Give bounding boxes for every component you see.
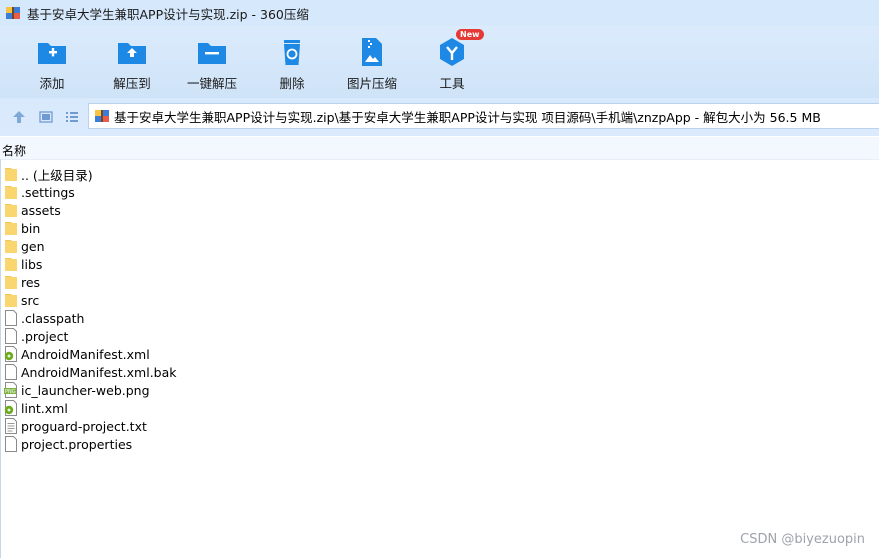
delete-button[interactable]: 删除: [252, 36, 332, 92]
file-row[interactable]: .project: [4, 327, 177, 345]
file-name: ic_launcher-web.png: [21, 382, 150, 398]
file-name: src: [21, 292, 40, 308]
add-button[interactable]: 添加: [12, 36, 92, 92]
folder-row[interactable]: assets: [4, 201, 177, 219]
folder-row[interactable]: .. (上级目录): [4, 165, 177, 183]
toolbar: 添加 解压到 一键解压 删除 图片压缩 New 工具: [0, 26, 879, 98]
file-row[interactable]: project.properties: [4, 435, 177, 453]
folder-icon: [5, 276, 17, 289]
file-name: res: [21, 274, 41, 290]
file-name: AndroidManifest.xml: [21, 346, 150, 362]
folder-add-icon: [38, 43, 66, 64]
thumbnail-view-icon[interactable]: [38, 109, 54, 125]
zip-file-icon: [95, 110, 109, 122]
file-icon: [5, 328, 17, 344]
one-click-extract-label: 一键解压: [186, 76, 237, 91]
folder-icon: [5, 222, 17, 235]
file-name: lint.xml: [21, 400, 68, 416]
file-name: bin: [21, 220, 41, 236]
file-icon: [5, 310, 17, 326]
png-file-icon: PNG: [4, 382, 17, 398]
file-name: proguard-project.txt: [21, 418, 147, 434]
folder-row[interactable]: bin: [4, 219, 177, 237]
column-name-header[interactable]: 名称: [2, 142, 26, 159]
add-label: 添加: [39, 76, 65, 91]
file-icon: [5, 436, 17, 452]
folder-icon: [5, 240, 17, 253]
delete-label: 删除: [279, 76, 305, 91]
list-view-icon[interactable]: [64, 109, 80, 125]
folder-minus-icon: [198, 43, 226, 64]
file-row[interactable]: .classpath: [4, 309, 177, 327]
column-header: 名称: [0, 137, 879, 160]
tools-button[interactable]: New 工具: [412, 29, 492, 92]
file-name: libs: [21, 256, 43, 272]
folder-icon: [5, 186, 17, 199]
file-name: project.properties: [21, 436, 133, 452]
folder-icon: [5, 294, 17, 307]
folder-extract-icon: [118, 43, 146, 64]
xml-file-icon: [4, 346, 17, 362]
folder-icon: [5, 258, 17, 271]
xml-file-icon: [4, 400, 17, 416]
folder-icon: [5, 204, 17, 217]
folder-row[interactable]: src: [4, 291, 177, 309]
one-click-extract-button[interactable]: 一键解压: [172, 36, 252, 92]
extract-to-label: 解压到: [113, 76, 151, 91]
image-compress-label: 图片压缩: [346, 76, 397, 91]
folder-icon: [5, 168, 17, 181]
file-row[interactable]: AndroidManifest.xml.bak: [4, 363, 177, 381]
watermark: CSDN @biyezuopin: [740, 532, 865, 547]
image-compress-icon: [362, 38, 382, 66]
window-title: 基于安卓大学生兼职APP设计与实现.zip - 360压缩: [27, 6, 309, 22]
file-name: AndroidManifest.xml.bak: [21, 364, 177, 380]
image-compress-button[interactable]: 图片压缩: [332, 36, 412, 92]
file-row[interactable]: PNG ic_launcher-web.png: [4, 381, 177, 399]
list-border: [0, 159, 1, 558]
new-badge: New: [456, 29, 484, 40]
text-file-icon: [5, 418, 17, 434]
folder-row[interactable]: libs: [4, 255, 177, 273]
tools-icon: [440, 38, 464, 66]
folder-row[interactable]: res: [4, 273, 177, 291]
file-name: .. (上级目录): [21, 167, 93, 183]
file-name: assets: [21, 202, 61, 218]
up-arrow-icon[interactable]: [11, 109, 27, 125]
folder-row[interactable]: gen: [4, 237, 177, 255]
file-name: gen: [21, 238, 45, 254]
file-name: .classpath: [21, 310, 85, 326]
file-name: .project: [21, 328, 69, 344]
svg-text:PNG: PNG: [5, 389, 16, 395]
file-name: .settings: [21, 184, 75, 200]
trash-icon: [284, 40, 300, 65]
file-row[interactable]: lint.xml: [4, 399, 177, 417]
file-row[interactable]: AndroidManifest.xml: [4, 345, 177, 363]
current-path: 基于安卓大学生兼职APP设计与实现.zip\基于安卓大学生兼职APP设计与实现 …: [114, 109, 821, 125]
tools-label: 工具: [439, 76, 465, 91]
folder-row[interactable]: .settings: [4, 183, 177, 201]
navigation-bar: 基于安卓大学生兼职APP设计与实现.zip\基于安卓大学生兼职APP设计与实现 …: [0, 98, 879, 136]
title-bar: 基于安卓大学生兼职APP设计与实现.zip - 360压缩: [0, 0, 879, 26]
extract-to-button[interactable]: 解压到: [92, 36, 172, 92]
file-icon: [5, 364, 17, 380]
path-field[interactable]: 基于安卓大学生兼职APP设计与实现.zip\基于安卓大学生兼职APP设计与实现 …: [88, 103, 879, 129]
archive-app-icon: [6, 7, 20, 19]
file-row[interactable]: proguard-project.txt: [4, 417, 177, 435]
file-list: .. (上级目录) .settings assets bin gen libs res src…: [4, 165, 177, 453]
